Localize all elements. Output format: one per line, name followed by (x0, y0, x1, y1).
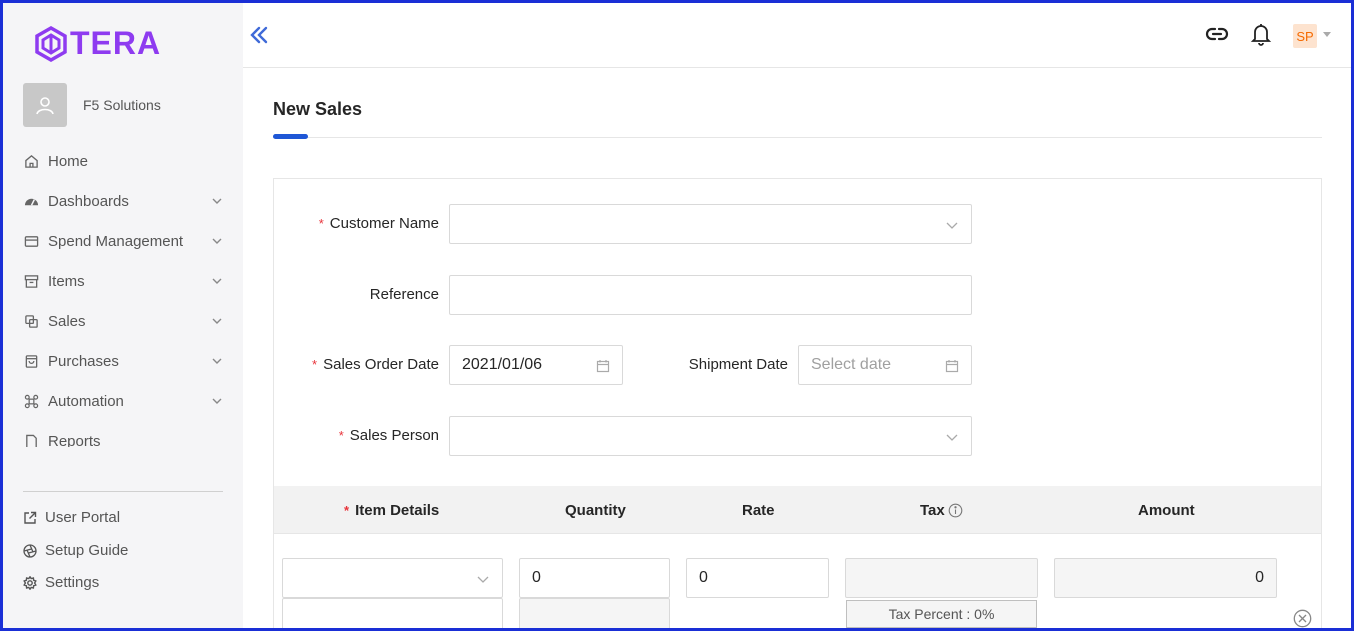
chevron-down-icon (211, 315, 223, 327)
item-details-header: * Item Details (344, 502, 440, 519)
home-icon (23, 153, 39, 169)
link-icon[interactable] (1204, 21, 1230, 47)
command-icon (23, 393, 39, 409)
org-avatar (23, 83, 67, 127)
sidebar-item-reports[interactable]: Reports (0, 421, 243, 447)
shopping-bag-icon (23, 353, 39, 369)
topbar: SP (243, 0, 1354, 68)
customer-name-select[interactable] (449, 204, 972, 244)
calendar-icon (945, 359, 959, 373)
caret-down-icon[interactable] (1323, 32, 1331, 37)
logo-text: TERA (70, 25, 162, 61)
user-portal-link[interactable]: User Portal (23, 509, 120, 526)
aperture-icon (23, 543, 37, 558)
required-asterisk: * (338, 428, 344, 443)
setup-guide-label: Setup Guide (45, 542, 129, 559)
sidebar-nav: Home Dashboards Spend Management Items S… (0, 141, 243, 447)
sidebar-item-sales[interactable]: Sales (0, 301, 243, 341)
chevron-down-icon (211, 235, 223, 247)
sidebar-item-spend-management[interactable]: Spend Management (0, 221, 243, 261)
settings-label: Settings (45, 574, 100, 591)
page-title: New Sales (273, 99, 363, 119)
required-asterisk: * (312, 357, 318, 372)
sidebar-item-purchases[interactable]: Purchases (0, 341, 243, 381)
chevron-down-icon (211, 355, 223, 367)
chevron-down-icon (211, 195, 223, 207)
items-table-header: * Item Details Quantity Rate Tax Amount (274, 486, 1321, 534)
dashboard-icon (23, 193, 39, 209)
sidebar-item-label: Sales (48, 312, 86, 330)
required-asterisk: * (344, 503, 350, 518)
item-select[interactable] (282, 558, 503, 598)
org-name: F5 Solutions (83, 97, 161, 113)
sidebar-item-label: Items (48, 272, 85, 290)
collapse-sidebar-icon[interactable] (248, 24, 270, 46)
sidebar-item-home[interactable]: Home (0, 141, 243, 181)
sidebar-item-label: Automation (48, 392, 124, 410)
chevron-down-icon (211, 395, 223, 407)
user-icon (36, 97, 54, 115)
sidebar-item-items[interactable]: Items (0, 261, 243, 301)
amount-field: 0 (1054, 558, 1277, 598)
sales-person-label: * Sales Person (338, 427, 439, 444)
tax-percent-display: Tax Percent : 0% (846, 600, 1037, 628)
sidebar-item-label: Dashboards (48, 192, 129, 210)
sidebar-divider (23, 491, 223, 492)
sales-order-date-label: * Sales Order Date (312, 356, 439, 373)
info-icon[interactable] (948, 503, 963, 518)
chevron-down-icon (945, 430, 959, 444)
gear-icon (23, 575, 37, 590)
quantity-input[interactable]: 0 (519, 558, 670, 598)
settings-link[interactable]: Settings (23, 574, 99, 591)
copy-icon (23, 313, 39, 329)
shipment-date-picker[interactable]: Select date (798, 345, 972, 385)
bell-icon[interactable] (1248, 21, 1274, 47)
sidebar-item-dashboards[interactable]: Dashboards (0, 181, 243, 221)
amount-header: Amount (1138, 502, 1195, 519)
org-switcher[interactable]: F5 Solutions (23, 83, 161, 127)
user-avatar[interactable]: SP (1293, 24, 1317, 48)
sidebar-item-automation[interactable]: Automation (0, 381, 243, 421)
sidebar-item-label: Purchases (48, 352, 119, 370)
chevron-down-icon (945, 218, 959, 232)
reference-label: Reference (369, 286, 439, 303)
sidebar-item-label: Spend Management (48, 232, 184, 250)
quantity-header: Quantity (565, 502, 626, 519)
title-active-indicator (273, 134, 308, 139)
reference-input[interactable] (449, 275, 972, 315)
item-description-input[interactable] (282, 598, 503, 631)
rate-input[interactable]: 0 (686, 558, 829, 598)
sidebar-item-label: Reports (48, 432, 101, 448)
sidebar: TERA F5 Solutions Home Dashboards Spend … (0, 0, 243, 631)
calendar-icon (596, 359, 610, 373)
rate-header: Rate (742, 502, 775, 519)
title-divider (273, 137, 1322, 138)
sidebar-item-label: Home (48, 152, 89, 170)
chevron-down-icon (211, 275, 223, 287)
tax-select (845, 558, 1038, 598)
remove-row-icon[interactable] (1293, 609, 1312, 628)
sales-person-select[interactable] (449, 416, 972, 456)
logo[interactable]: TERA (34, 25, 161, 62)
credit-card-icon (23, 233, 39, 249)
external-link-icon (23, 511, 37, 525)
file-icon (23, 433, 39, 447)
chevron-down-icon (476, 572, 490, 586)
tera-logo-icon (35, 25, 67, 62)
setup-guide-link[interactable]: Setup Guide (23, 542, 128, 559)
required-asterisk: * (318, 216, 324, 231)
inbox-icon (23, 273, 39, 289)
customer-name-label: * Customer Name (318, 215, 439, 232)
shipment-date-label: Shipment Date (688, 356, 788, 373)
unit-field (519, 598, 670, 631)
sales-order-date-picker[interactable]: 2021/01/06 (449, 345, 623, 385)
tax-header: Tax (920, 502, 963, 519)
user-portal-label: User Portal (45, 509, 121, 526)
